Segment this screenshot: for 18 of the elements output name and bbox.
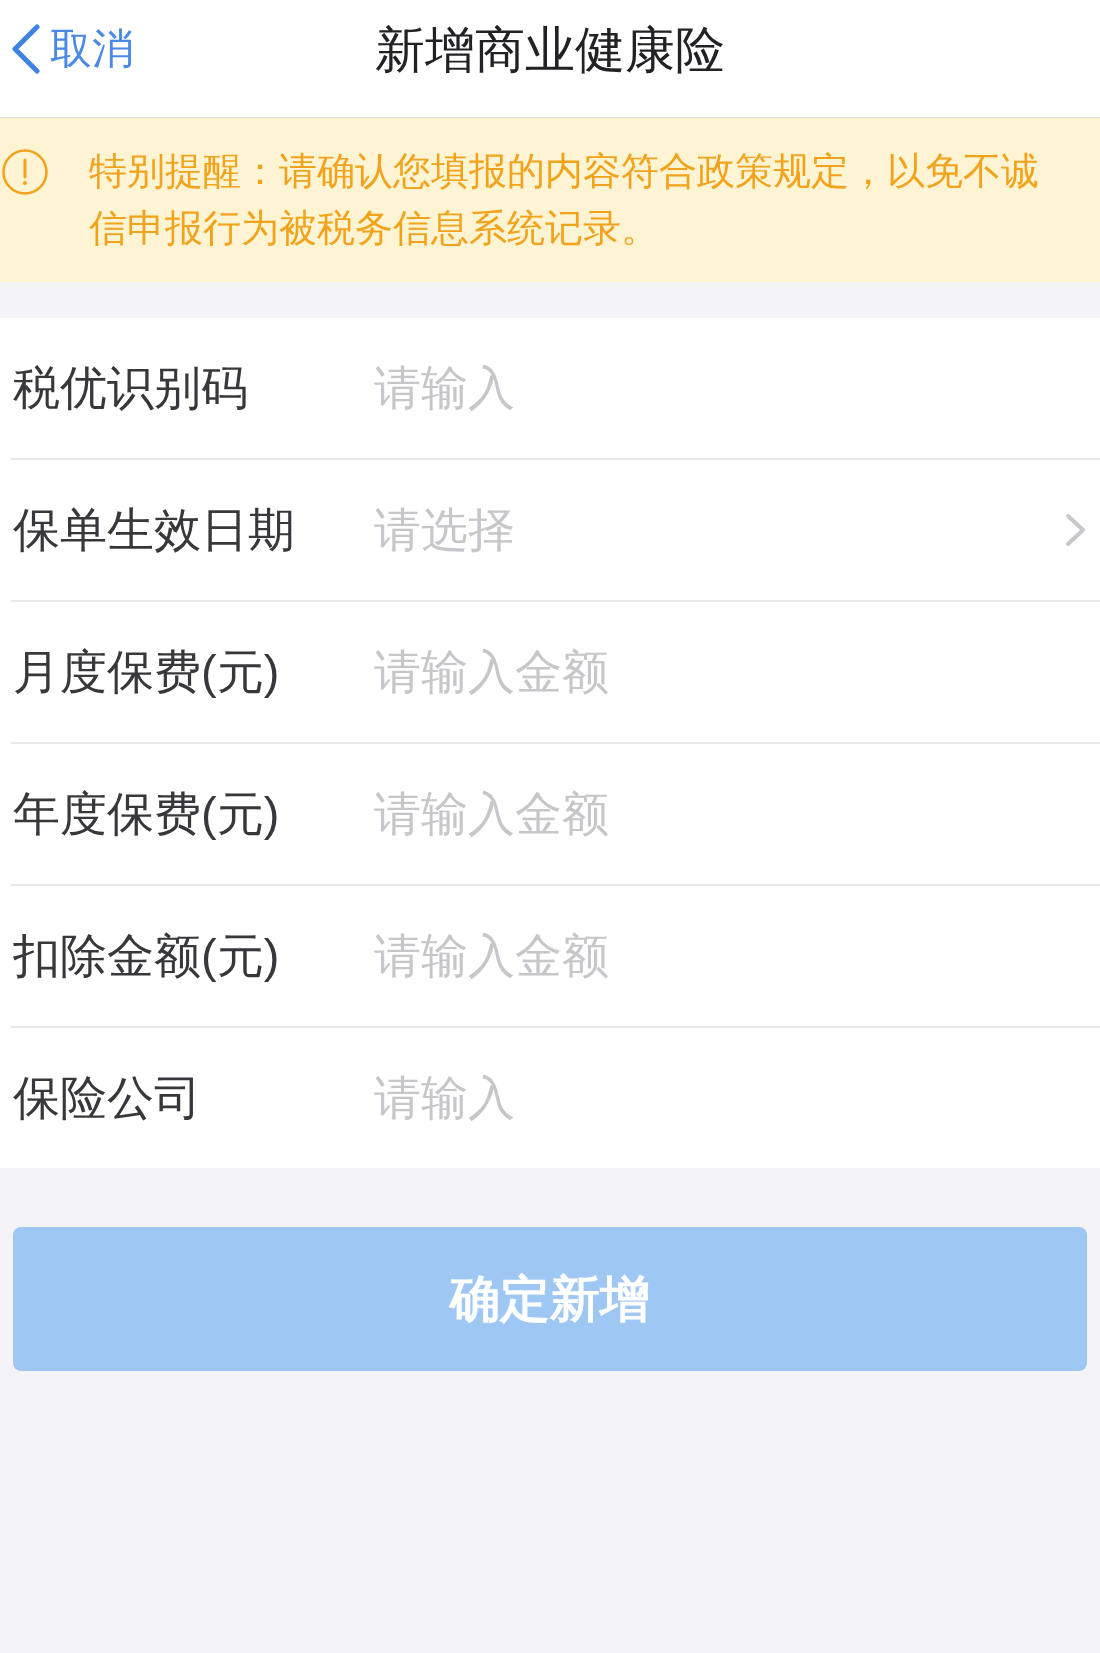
warning-icon	[2, 149, 48, 195]
text-input[interactable]: 请输入	[374, 1068, 1086, 1128]
page-title: 新增商业健康险	[375, 23, 725, 77]
back-button[interactable]: 取消	[0, 22, 138, 75]
text-input[interactable]: 请输入	[374, 358, 1086, 418]
text-input[interactable]: 请输入金额	[374, 642, 1086, 702]
date-select-field[interactable]: 请选择	[374, 500, 1055, 560]
field-label: 保单生效日期	[13, 502, 296, 558]
field-label: 月度保费(元)	[13, 644, 281, 700]
text-input[interactable]: 请输入金额	[374, 926, 1086, 986]
text-input[interactable]: 请输入金额	[374, 784, 1086, 844]
field-label: 保险公司	[13, 1070, 202, 1126]
field-label: 年度保费(元)	[13, 786, 281, 842]
field-label: 税优识别码	[13, 360, 249, 416]
chevron-right-icon	[1065, 513, 1086, 547]
chevron-left-icon	[11, 23, 40, 74]
field-label: 扣除金额(元)	[13, 928, 281, 984]
warning-text: 特别提醒：请确认您填报的内容符合政策规定，以免不诚信申报行为被税务信息系统记录。	[89, 149, 1040, 251]
